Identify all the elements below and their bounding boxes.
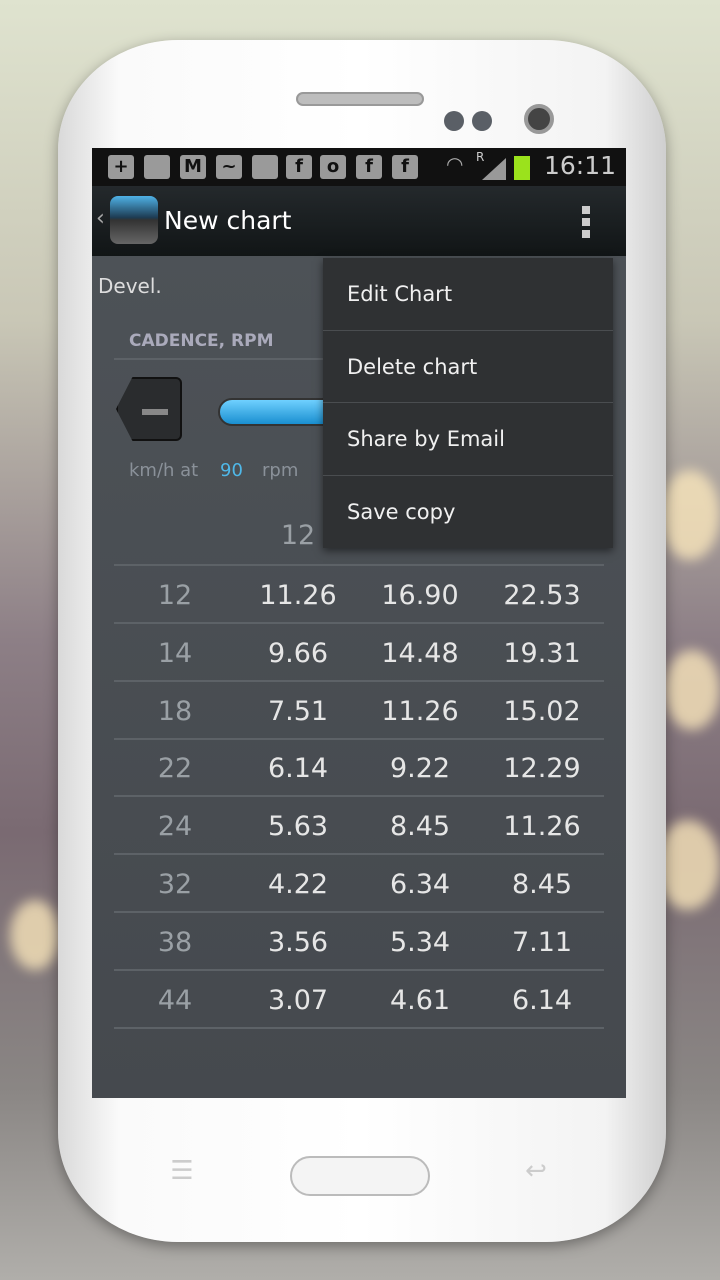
bokeh-light	[10, 900, 60, 970]
table-cell: 14.48	[381, 637, 459, 669]
overflow-menu-icon[interactable]	[582, 206, 590, 242]
facebook-icon: f	[392, 155, 418, 179]
home-button[interactable]	[290, 1156, 430, 1196]
table-cell: 7.51	[267, 695, 329, 727]
bokeh-light	[660, 470, 720, 560]
app-icon[interactable]	[110, 196, 158, 244]
row-label: 24	[157, 811, 193, 843]
table-cell: 11.26	[259, 580, 337, 611]
sensor	[444, 111, 464, 131]
divider	[114, 911, 604, 913]
table-cell: 11.26	[503, 811, 581, 843]
back-icon[interactable]: ‹	[96, 206, 105, 231]
facebook-icon: f	[356, 155, 382, 179]
table-cell: 6.34	[389, 869, 451, 900]
row-label: 32	[157, 869, 193, 900]
minus-icon	[142, 409, 168, 415]
overflow-menu: Edit Chart Delete chart Share by Email S…	[323, 258, 613, 548]
battery-icon	[514, 156, 530, 180]
divider	[114, 1026, 604, 1029]
divider	[114, 795, 604, 798]
clock: 16:11	[543, 151, 616, 180]
table-cell: 9.66	[267, 637, 329, 669]
facebook-icon: f	[286, 155, 312, 179]
divider	[114, 564, 604, 566]
speaker-grille	[296, 92, 424, 106]
menu-key[interactable]: ☰	[160, 1156, 204, 1186]
row-label: 18	[157, 695, 193, 727]
table-cell: 3.07	[267, 984, 329, 1016]
table-cell: 8.45	[511, 869, 573, 900]
screen: + M ~ f o f f ◠ R 16:11 ‹ New chart Deve…	[92, 148, 626, 1098]
signal-icon	[482, 158, 506, 180]
divider	[114, 737, 604, 740]
row-label: 38	[157, 926, 193, 958]
bokeh-light	[664, 650, 720, 730]
menu-item-delete-chart[interactable]: Delete chart	[323, 331, 613, 403]
table-cell: 4.22	[267, 869, 329, 900]
menu-item-edit-chart[interactable]: Edit Chart	[323, 258, 613, 331]
speed-label: km/h at	[129, 460, 199, 481]
page-title: New chart	[164, 206, 292, 235]
menu-item-save-copy[interactable]: Save copy	[323, 476, 613, 549]
chart-name: Devel.	[98, 274, 162, 298]
status-bar: + M ~ f o f f ◠ R 16:11	[92, 148, 626, 186]
wifi-icon: ◠	[446, 152, 464, 176]
row-label: 22	[157, 753, 193, 785]
table-cell: 5.34	[389, 926, 451, 958]
divider	[114, 679, 604, 682]
divider	[114, 968, 604, 971]
table-cell: 7.11	[511, 926, 573, 958]
add-contact-icon	[252, 155, 278, 179]
add-icon: +	[108, 155, 134, 179]
row-label: 44	[157, 984, 193, 1016]
divider	[114, 622, 604, 624]
table-cell: 3.56	[267, 926, 329, 958]
front-camera	[524, 104, 554, 134]
table-cell: 16.90	[381, 580, 459, 611]
action-bar: ‹ New chart	[92, 186, 626, 256]
cadence-unit: rpm	[262, 460, 299, 481]
table-cell: 8.45	[389, 811, 451, 843]
gmail-icon: M	[180, 155, 206, 179]
table-cell: 19.31	[503, 637, 581, 669]
table-cell: 9.22	[389, 753, 451, 785]
row-label: 14	[157, 637, 193, 669]
section-header: CADENCE, RPM	[129, 331, 274, 351]
sync-icon: o	[320, 155, 346, 179]
table-cell: 11.26	[381, 695, 459, 727]
sensor	[472, 111, 492, 131]
messenger-icon: ~	[216, 155, 242, 179]
image-icon	[144, 155, 170, 179]
menu-item-share-email[interactable]: Share by Email	[323, 403, 613, 476]
table-cell: 12.29	[503, 753, 581, 785]
divider	[114, 853, 604, 856]
table-cell: 6.14	[511, 984, 573, 1016]
table-cell: 5.63	[267, 811, 329, 843]
table-cell: 4.61	[389, 984, 451, 1016]
table-cell: 22.53	[503, 580, 581, 611]
cadence-value: 90	[220, 460, 243, 481]
roaming-indicator: R	[476, 150, 485, 164]
back-key[interactable]: ↩	[514, 1156, 558, 1186]
decrease-button[interactable]	[116, 377, 182, 441]
table-cell: 15.02	[503, 695, 581, 727]
cadence-slider[interactable]	[218, 398, 338, 426]
row-label: 12	[157, 580, 193, 611]
table-cell: 6.14	[267, 753, 329, 785]
